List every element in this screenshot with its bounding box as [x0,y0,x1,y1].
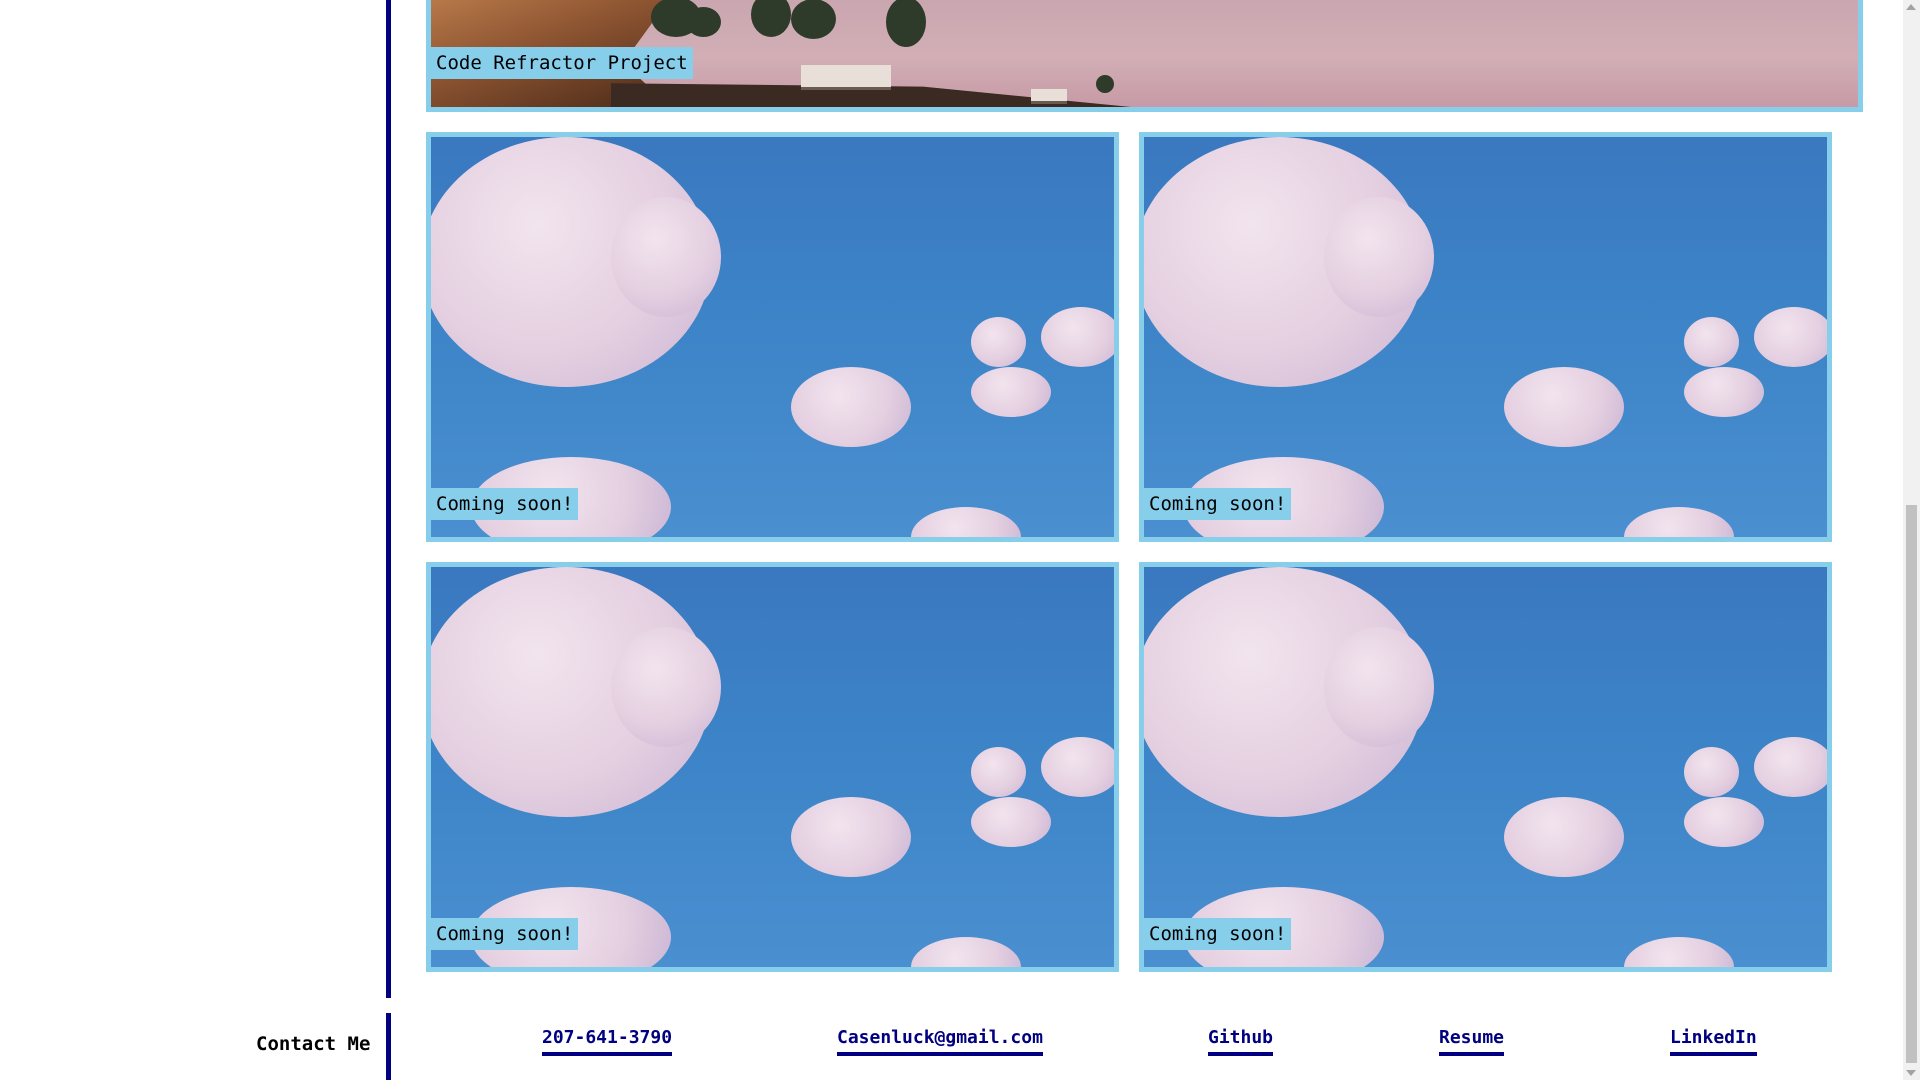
project-caption: Coming soon! [1144,488,1292,520]
project-caption: Code Refractor Project [431,47,693,79]
scroll-up-arrow-icon[interactable] [1906,4,1916,10]
project-caption: Coming soon! [431,918,579,950]
project-card-placeholder[interactable]: Coming soon! [1139,562,1832,972]
scroll-thumb[interactable] [1906,505,1917,1063]
project-card-placeholder[interactable]: Coming soon! [1139,132,1832,542]
project-caption: Coming soon! [431,488,579,520]
project-card-placeholder[interactable]: Coming soon! [426,132,1119,542]
project-image [1144,137,1827,537]
email-link[interactable]: Casenluck@gmail.com [837,1026,1043,1056]
footer-divider [386,1013,391,1080]
project-image [431,567,1114,967]
section-divider [386,0,391,998]
project-card-code-refractor[interactable]: Code Refractor Project [426,0,1863,112]
scroll-down-arrow-icon[interactable] [1906,1070,1916,1076]
resume-link[interactable]: Resume [1439,1026,1505,1056]
project-image [1144,567,1827,967]
linkedin-link[interactable]: LinkedIn [1670,1026,1757,1056]
phone-link[interactable]: 207-641-3790 [542,1026,673,1056]
project-card-placeholder[interactable]: Coming soon! [426,562,1119,972]
vertical-scrollbar[interactable] [1903,0,1920,1080]
contact-heading: Contact Me [256,1033,371,1055]
project-caption: Coming soon! [1144,918,1292,950]
project-image [431,137,1114,537]
github-link[interactable]: Github [1208,1026,1274,1056]
